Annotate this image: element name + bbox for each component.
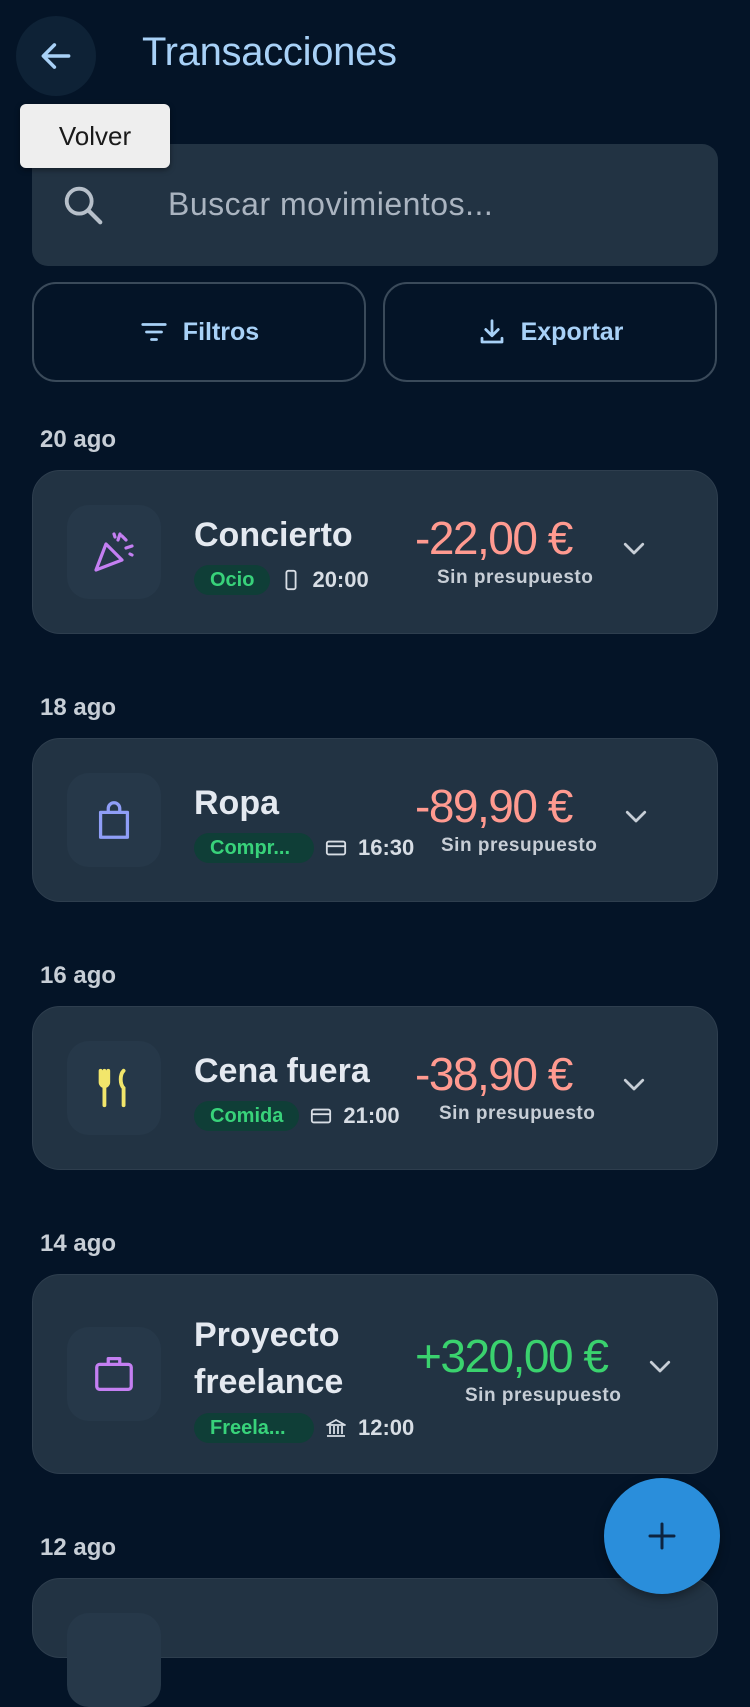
chevron-down-icon[interactable] — [645, 1351, 675, 1381]
transaction-name: Ropa — [194, 784, 279, 822]
chevron-down-icon[interactable] — [619, 1069, 649, 1099]
transaction-name: Cena fuera — [194, 1052, 370, 1090]
phone-icon — [285, 569, 297, 591]
transaction-amount: -22,00 € — [415, 512, 573, 564]
shopping-bag-icon — [67, 773, 161, 867]
budget-status: Sin presupuesto — [437, 567, 594, 588]
filters-button[interactable]: Filtros — [32, 282, 366, 382]
category-chip: Freela... — [194, 1413, 314, 1443]
category-chip: Comida — [194, 1101, 300, 1131]
filters-label: Filtros — [182, 317, 260, 346]
chevron-down-icon[interactable] — [619, 533, 649, 563]
app-header: Transacciones — [0, 0, 750, 112]
transaction-meta: Comida 21:00 — [194, 1101, 400, 1131]
transaction-name: Proyecto — [194, 1316, 340, 1354]
export-button[interactable]: Exportar — [383, 282, 717, 382]
page-title: Transacciones — [142, 30, 397, 74]
category-chip: Ocio — [194, 565, 271, 595]
date-header: 18 ago — [40, 694, 117, 721]
budget-status: Sin presupuesto — [439, 1103, 596, 1124]
filter-icon — [141, 323, 167, 341]
card-icon — [325, 840, 347, 856]
arrow-left-icon — [41, 43, 71, 69]
transaction-amount: -89,90 € — [415, 780, 573, 832]
export-label: Exportar — [520, 317, 624, 346]
date-header: 16 ago — [40, 962, 117, 989]
transaction-card[interactable]: Cena fuera Comida 21:00 -38,90 € Sin pre… — [32, 1006, 718, 1170]
transaction-card[interactable]: Concierto Ocio 20:00 -22,00 € Sin presup… — [32, 470, 718, 634]
transaction-time: 12:00 — [358, 1415, 415, 1440]
transaction-card[interactable]: Proyecto freelance Freela... 12:00 +320,… — [32, 1274, 718, 1474]
transaction-name: Concierto — [194, 516, 353, 554]
transaction-meta: Ocio 20:00 — [194, 565, 369, 595]
transaction-amount: +320,00 € — [415, 1330, 609, 1382]
back-button[interactable] — [16, 16, 96, 96]
plus-icon — [648, 1522, 676, 1550]
date-header: 12 ago — [40, 1534, 117, 1561]
briefcase-icon — [67, 1327, 161, 1421]
download-icon — [480, 319, 503, 344]
budget-status: Sin presupuesto — [441, 835, 598, 856]
transaction-card[interactable]: Ropa Compr... 16:30 -89,90 € Sin presupu… — [32, 738, 718, 902]
budget-status: Sin presupuesto — [465, 1385, 622, 1406]
transaction-amount: -38,90 € — [415, 1048, 573, 1100]
transaction-meta: Freela... 12:00 — [194, 1413, 414, 1443]
card-icon — [311, 1108, 332, 1124]
party-popper-icon — [67, 505, 161, 599]
transaction-time: 16:30 — [358, 835, 415, 860]
category-icon — [67, 1613, 161, 1707]
transaction-meta: Compr... 16:30 — [194, 833, 414, 863]
date-header: 20 ago — [40, 426, 117, 453]
search-placeholder: Buscar movimientos... — [168, 186, 494, 222]
date-header: 14 ago — [40, 1230, 117, 1257]
fork-knife-icon — [67, 1041, 161, 1135]
transaction-card[interactable] — [32, 1578, 718, 1707]
chevron-down-icon[interactable] — [621, 801, 651, 831]
transaction-time: 20:00 — [312, 567, 369, 592]
search-icon — [64, 186, 103, 225]
add-transaction-button[interactable] — [604, 1478, 720, 1594]
bank-icon — [326, 1419, 346, 1437]
back-tooltip: Volver — [20, 104, 170, 168]
transaction-name: freelance — [194, 1363, 344, 1401]
category-chip: Compr... — [194, 833, 314, 863]
transaction-time: 21:00 — [343, 1103, 400, 1128]
